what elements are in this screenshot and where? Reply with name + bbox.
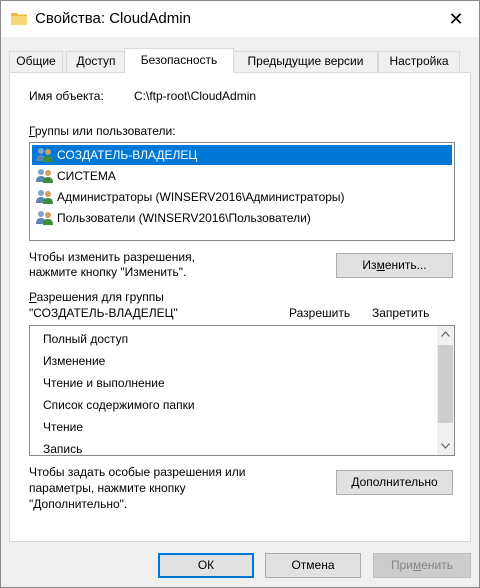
permissions-label-text: азрешения для группы <box>36 290 164 304</box>
user-name: Пользователи (WINSERV2016\Пользователи) <box>57 211 311 225</box>
permissions-label-line2: "СОЗДАТЕЛЬ-ВЛАДЕЛЕЦ" <box>29 306 178 320</box>
users-icon <box>36 211 53 225</box>
deny-column-header: Запретить <box>372 306 430 320</box>
ok-button-label: ОК <box>197 558 215 572</box>
tab-security[interactable]: Безопасность <box>124 48 234 73</box>
tab-label: Предыдущие версии <box>247 54 364 68</box>
tab-label: Доступ <box>76 54 116 68</box>
object-name-label: Имя объекта: <box>29 89 104 103</box>
permission-row: Чтение <box>43 416 83 438</box>
change-button-accel: м <box>376 258 385 272</box>
permission-name: Изменение <box>43 354 106 368</box>
permission-name: Чтение и выполнение <box>43 376 165 390</box>
advanced-hint-line3: "Дополнительно". <box>29 497 128 511</box>
permission-row: Полный доступ <box>43 328 128 350</box>
allow-column-header: Разрешить <box>289 306 351 320</box>
tab-previous-versions[interactable]: Предыдущие версии <box>233 51 378 72</box>
apply-button-label-post: енить <box>421 558 454 572</box>
permission-name: Запись <box>43 442 83 456</box>
permission-row: Чтение и выполнение <box>43 372 165 394</box>
security-panel: Имя объекта: C:\ftp-root\CloudAdmin Груп… <box>9 72 471 542</box>
scroll-thumb[interactable] <box>438 345 453 423</box>
scroll-down-icon[interactable] <box>437 438 454 455</box>
permissions-list[interactable]: Полный доступ Изменение Чтение и выполне… <box>29 325 455 456</box>
permission-name: Список содержимого папки <box>43 398 195 412</box>
advanced-button[interactable]: Дополнительно <box>336 470 453 495</box>
tab-label: Общие <box>16 54 56 68</box>
permission-row: Список содержимого папки <box>43 394 195 416</box>
list-item[interactable]: СОЗДАТЕЛЬ-ВЛАДЕЛЕЦ <box>32 145 452 165</box>
user-name: СИСТЕМА <box>57 169 116 183</box>
cancel-button[interactable]: Отмена <box>265 553 361 578</box>
advanced-hint-line2: параметры, нажмите кнопку <box>29 481 186 495</box>
groups-label: Группы или пользователи: <box>29 124 176 138</box>
window-title: Свойства: CloudAdmin <box>35 10 191 27</box>
change-button[interactable]: Изменить... <box>336 253 453 278</box>
change-hint-line2: нажмите кнопку "Изменить". <box>29 265 187 279</box>
ok-button[interactable]: ОК <box>158 553 254 578</box>
tab-general[interactable]: Общие <box>9 51 63 72</box>
permission-row: Запись <box>43 438 83 456</box>
change-button-label-pre: Из <box>362 258 377 272</box>
change-button-label-post: енить... <box>384 258 427 272</box>
apply-button-label-pre: При <box>390 558 413 572</box>
user-name: Администраторы (WINSERV2016\Администрато… <box>57 190 345 204</box>
users-icon <box>36 169 53 183</box>
permissions-label-line1: Разрешения для группы <box>29 290 164 304</box>
list-item[interactable]: СИСТЕМА <box>32 166 452 186</box>
users-icon <box>36 190 53 204</box>
groups-label-text: руппы или пользователи: <box>34 124 176 138</box>
permissions-scrollbar[interactable] <box>437 326 454 455</box>
users-icon <box>36 148 53 162</box>
cancel-button-label: Отмена <box>291 558 335 572</box>
apply-button[interactable]: Применить <box>373 553 471 578</box>
change-hint-line1: Чтобы изменить разрешения, <box>29 250 195 264</box>
tab-customize[interactable]: Настройка <box>378 51 460 72</box>
user-name: СОЗДАТЕЛЬ-ВЛАДЕЛЕЦ <box>57 148 198 162</box>
title-bar: Свойства: CloudAdmin ✕ <box>1 1 479 37</box>
apply-button-accel: м <box>413 558 422 572</box>
advanced-button-accel: Д <box>351 475 360 489</box>
close-icon: ✕ <box>448 9 464 29</box>
close-button[interactable]: ✕ <box>441 9 471 31</box>
folder-icon <box>11 13 27 25</box>
permission-name: Полный доступ <box>43 332 129 346</box>
tab-label: Настройка <box>389 54 449 68</box>
users-list[interactable]: СОЗДАТЕЛЬ-ВЛАДЕЛЕЦ СИСТЕМА Администратор… <box>29 142 455 241</box>
advanced-hint-line1: Чтобы задать особые разрешения или <box>29 465 246 479</box>
object-name-value: C:\ftp-root\CloudAdmin <box>134 89 257 103</box>
advanced-button-label: ополнительно <box>359 475 438 489</box>
permissions-label-accel: Р <box>29 290 37 304</box>
scroll-up-icon[interactable] <box>437 326 454 343</box>
properties-dialog: Свойства: CloudAdmin ✕ Общие Доступ Безо… <box>0 0 480 588</box>
permission-row: Изменение <box>43 350 105 372</box>
list-item[interactable]: Пользователи (WINSERV2016\Пользователи) <box>32 208 452 228</box>
list-item[interactable]: Администраторы (WINSERV2016\Администрато… <box>32 187 452 207</box>
tab-sharing[interactable]: Доступ <box>66 51 126 72</box>
tab-label: Безопасность <box>140 53 218 67</box>
permission-name: Чтение <box>43 420 84 434</box>
